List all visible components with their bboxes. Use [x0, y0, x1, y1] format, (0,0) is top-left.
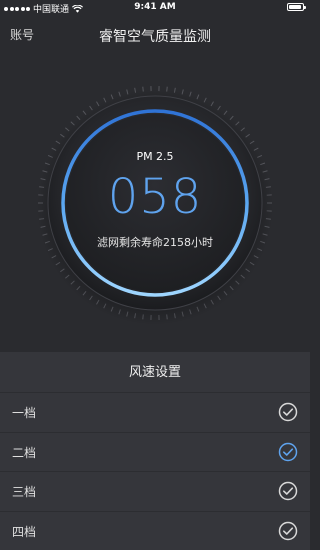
check-circle-icon[interactable] [278, 481, 298, 501]
status-time: 9:41 AM [134, 2, 176, 12]
check-circle-icon[interactable] [278, 442, 298, 462]
pm25-value: 058 [107, 169, 203, 225]
fan-speed-option-2[interactable]: 二档 [0, 431, 310, 472]
pm25-gauge: PM 2.5 058 滤网剩余寿命2158小时 [0, 56, 310, 348]
filter-life-text: 滤网剩余寿命2158小时 [97, 236, 213, 249]
fan-speed-option-1[interactable]: 一档 [0, 392, 310, 432]
check-circle-icon[interactable] [278, 521, 298, 541]
nav-bar: 账号 睿智空气质量监测 [0, 16, 310, 56]
battery-icon [287, 3, 306, 11]
fan-speed-option-3[interactable]: 三档 [0, 471, 310, 511]
fan-speed-label: 二档 [12, 445, 37, 460]
fan-speed-label: 四档 [12, 524, 37, 539]
check-circle-icon[interactable] [278, 402, 298, 422]
status-bar: 中国联通 9:41 AM [0, 0, 310, 16]
pm25-label: PM 2.5 [136, 150, 174, 163]
fan-speed-label: 三档 [12, 485, 37, 499]
fan-speed-panel: 风速设置 一档 二档 三档 四档 [0, 352, 310, 550]
page-title: 睿智空气质量监测 [99, 29, 211, 45]
fan-speed-title: 风速设置 [128, 365, 181, 380]
fan-speed-option-4[interactable]: 四档 [0, 510, 310, 550]
fan-speed-label: 一档 [12, 406, 37, 420]
fan-speed-list: 一档 二档 三档 四档 [0, 392, 310, 550]
